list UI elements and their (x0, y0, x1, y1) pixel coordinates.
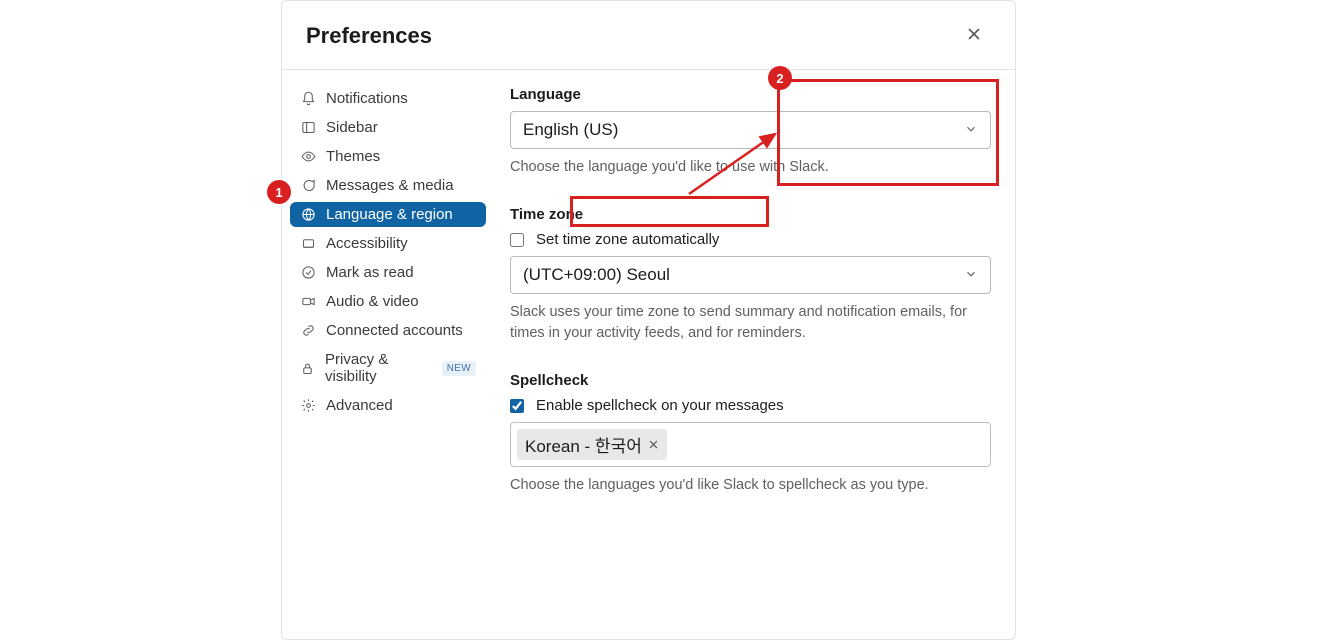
sidebar-item-label: Sidebar (326, 119, 378, 136)
annotation-badge-1: 1 (267, 180, 291, 204)
sidebar-item-notifications[interactable]: Notifications (290, 86, 486, 111)
spellcheck-enable-row[interactable]: Enable spellcheck on your messages (510, 397, 991, 414)
sidebar-item-label: Mark as read (326, 264, 414, 281)
chip-label: Korean - 한국어 (525, 432, 642, 457)
sidebar-item-label: Privacy & visibility (325, 351, 430, 385)
chevron-down-icon (964, 122, 978, 139)
timezone-label: Time zone (510, 206, 991, 223)
sidebar-item-label: Themes (326, 148, 380, 165)
language-section: Language English (US) Choose the languag… (510, 86, 991, 178)
sidebar-item-label: Accessibility (326, 235, 408, 252)
modal-header: Preferences (282, 1, 1015, 70)
chat-icon (300, 178, 316, 194)
video-icon (300, 294, 316, 310)
language-select[interactable]: English (US) (510, 111, 991, 149)
accessibility-icon (300, 236, 316, 252)
link-icon (300, 323, 316, 339)
eye-icon (300, 149, 316, 165)
timezone-section: Time zone Set time zone automatically (U… (510, 206, 991, 344)
sidebar-item-label: Connected accounts (326, 322, 463, 339)
check-circle-icon (300, 265, 316, 281)
sidebar-item-language-region[interactable]: Language & region (290, 202, 486, 227)
sidebar-item-label: Language & region (326, 206, 453, 223)
spellcheck-enable-label: Enable spellcheck on your messages (536, 397, 784, 414)
language-help: Choose the language you'd like to use wi… (510, 157, 991, 178)
sidebar: Notifications Sidebar Themes Messages & … (282, 70, 494, 640)
close-icon (966, 26, 982, 46)
timezone-auto-checkbox[interactable] (510, 233, 524, 247)
language-select-value: English (US) (523, 120, 618, 140)
sidebar-item-advanced[interactable]: Advanced (290, 393, 486, 418)
spellcheck-enable-checkbox[interactable] (510, 399, 524, 413)
layout-sidebar-icon (300, 120, 316, 136)
sidebar-item-messages-media[interactable]: Messages & media (290, 173, 486, 198)
sidebar-item-label: Advanced (326, 397, 393, 414)
content-panel: Language English (US) Choose the languag… (494, 70, 1015, 640)
chip-remove-icon[interactable] (648, 437, 659, 453)
spellcheck-section: Spellcheck Enable spellcheck on your mes… (510, 372, 991, 496)
timezone-select[interactable]: (UTC+09:00) Seoul (510, 256, 991, 294)
modal-body: Notifications Sidebar Themes Messages & … (282, 70, 1015, 640)
timezone-help: Slack uses your time zone to send summar… (510, 302, 991, 344)
timezone-select-value: (UTC+09:00) Seoul (523, 265, 670, 285)
sidebar-item-label: Audio & video (326, 293, 419, 310)
spellcheck-help: Choose the languages you'd like Slack to… (510, 475, 991, 496)
timezone-auto-label: Set time zone automatically (536, 231, 719, 248)
lock-icon (300, 360, 315, 376)
sidebar-item-label: Notifications (326, 90, 408, 107)
new-badge: NEW (442, 361, 476, 376)
sidebar-item-label: Messages & media (326, 177, 454, 194)
sidebar-item-audio-video[interactable]: Audio & video (290, 289, 486, 314)
preferences-modal: Preferences Notifications Sidebar (281, 0, 1016, 640)
sidebar-item-privacy-visibility[interactable]: Privacy & visibility NEW (290, 347, 486, 389)
sidebar-item-connected-accounts[interactable]: Connected accounts (290, 318, 486, 343)
spellcheck-language-chip: Korean - 한국어 (517, 429, 667, 460)
sidebar-item-accessibility[interactable]: Accessibility (290, 231, 486, 256)
gear-icon (300, 398, 316, 414)
sidebar-item-sidebar[interactable]: Sidebar (290, 115, 486, 140)
close-button[interactable] (957, 19, 991, 53)
spellcheck-languages-input[interactable]: Korean - 한국어 (510, 422, 991, 467)
bell-icon (300, 91, 316, 107)
globe-icon (300, 207, 316, 223)
sidebar-item-mark-as-read[interactable]: Mark as read (290, 260, 486, 285)
chevron-down-icon (964, 267, 978, 284)
timezone-auto-row[interactable]: Set time zone automatically (510, 231, 991, 248)
spellcheck-label: Spellcheck (510, 372, 991, 389)
annotation-badge-2: 2 (768, 66, 792, 90)
page-title: Preferences (306, 23, 432, 49)
sidebar-item-themes[interactable]: Themes (290, 144, 486, 169)
language-label: Language (510, 86, 991, 103)
